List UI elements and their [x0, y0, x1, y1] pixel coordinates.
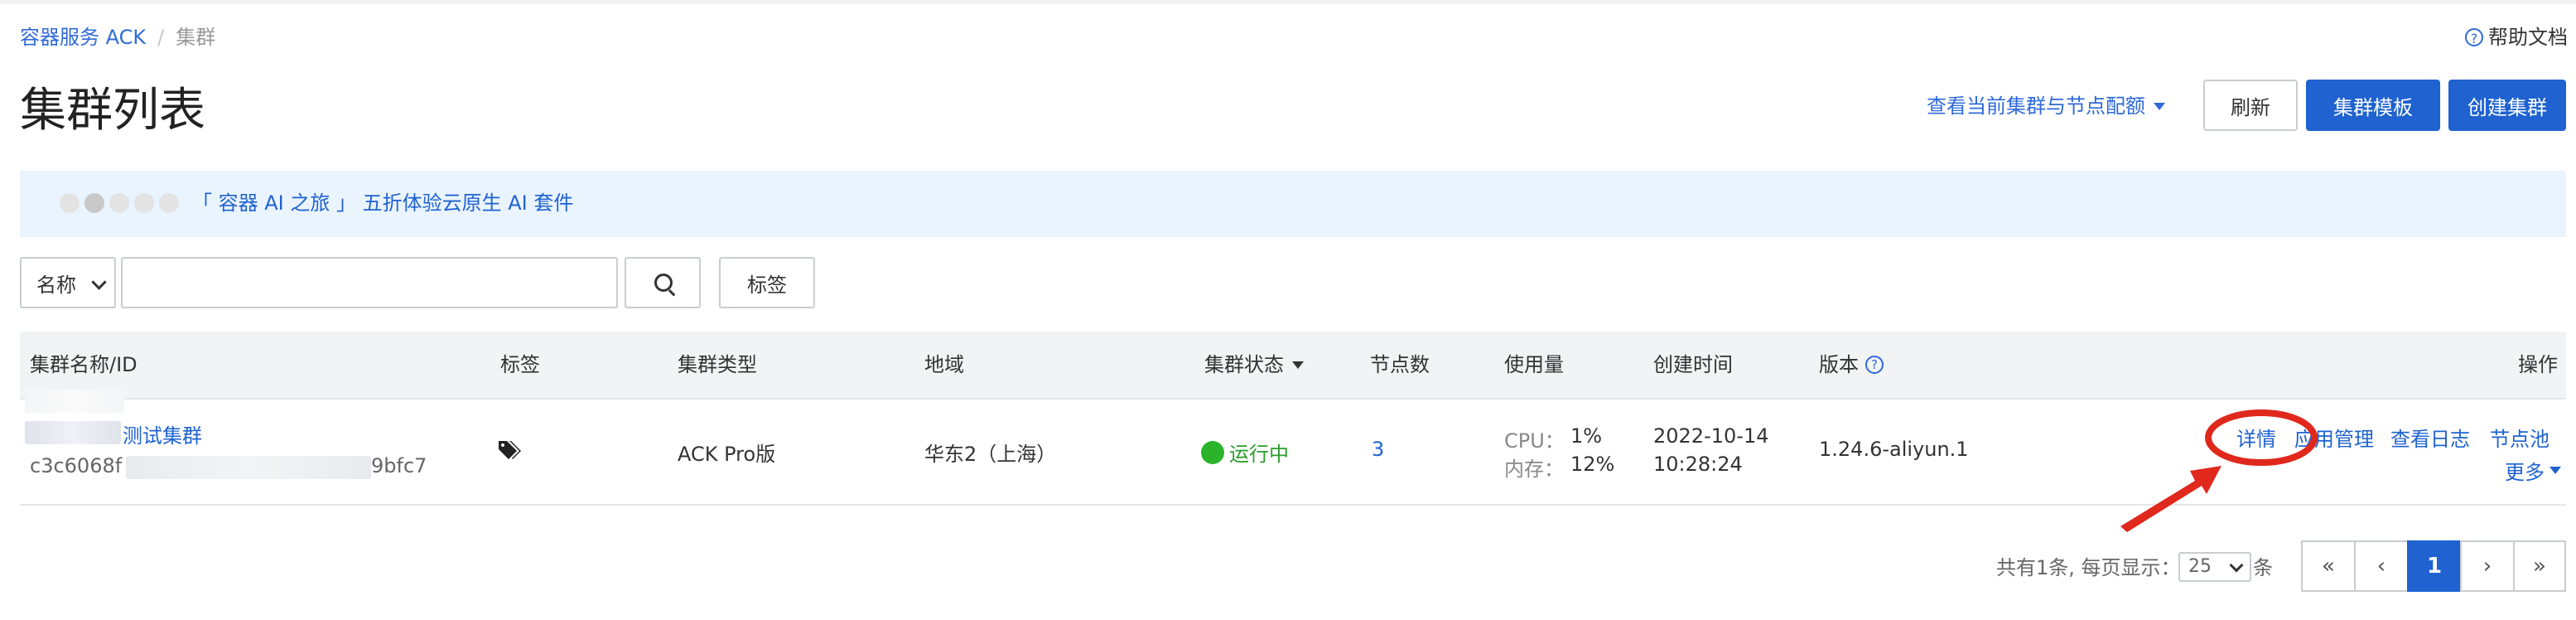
help-icon: ?: [2465, 28, 2483, 46]
search-input[interactable]: [121, 257, 618, 308]
cluster-name-link[interactable]: 测试集群: [123, 419, 202, 448]
page-title: 集群列表: [20, 84, 205, 138]
col-header-usage: 使用量: [1504, 353, 1564, 376]
cluster-status-label: 运行中: [1229, 443, 1289, 466]
current-page-button[interactable]: 1: [2407, 540, 2462, 592]
pagination-summary: 共有1条, 每页显示：: [1996, 556, 2181, 579]
created-time: 10:28:24: [1653, 453, 1743, 476]
top-divider: [0, 0, 2576, 4]
promo-link[interactable]: 「 容器 AI 之旅 」 五折体验云原生 AI 套件: [192, 189, 573, 217]
carousel-dot[interactable]: [109, 193, 129, 213]
carousel-dot[interactable]: [60, 193, 80, 213]
chevron-down-icon: [91, 274, 107, 290]
info-icon[interactable]: ?: [1865, 356, 1884, 374]
mem-label: 内存：: [1504, 458, 1564, 481]
create-cluster-button[interactable]: 创建集群: [2448, 80, 2566, 131]
help-docs-link[interactable]: ? 帮助文档: [2465, 23, 2568, 51]
last-page-button[interactable]: »: [2513, 540, 2566, 592]
banner-carousel-dots[interactable]: [60, 193, 184, 213]
search-field-value: 名称: [36, 273, 76, 297]
page-size-select[interactable]: 25: [2178, 552, 2251, 582]
col-header-name: 集群名称/ID: [30, 353, 137, 376]
carousel-dot-active[interactable]: [84, 193, 104, 213]
cluster-id-prefix: c3c6068f: [30, 454, 123, 477]
page-size-value: 25: [2188, 556, 2212, 577]
more-actions-dropdown[interactable]: 更多: [2505, 456, 2561, 485]
breadcrumb-separator: /: [157, 26, 165, 49]
breadcrumb-current: 集群: [176, 26, 216, 49]
col-header-type: 集群类型: [678, 353, 757, 376]
redacted-text: [25, 390, 124, 413]
first-page-button[interactable]: «: [2301, 540, 2356, 592]
col-header-nodes: 节点数: [1370, 353, 1430, 376]
node-count-link[interactable]: 3: [1372, 438, 1384, 461]
prev-page-button[interactable]: ‹: [2354, 540, 2409, 592]
cluster-region: 华东2（上海）: [924, 443, 1057, 466]
quota-link-label: 查看当前集群与节点配额: [1927, 94, 2145, 118]
col-header-region: 地域: [924, 353, 964, 376]
col-header-status[interactable]: 集群状态: [1204, 348, 1304, 381]
quota-dropdown-link[interactable]: 查看当前集群与节点配额: [1927, 90, 2165, 123]
cpu-value: 1%: [1570, 424, 1603, 448]
mem-value: 12%: [1570, 453, 1615, 476]
breadcrumb-root-link[interactable]: 容器服务 ACK: [20, 23, 146, 51]
col-header-actions: 操作: [2518, 353, 2558, 376]
search-field-select[interactable]: 名称: [20, 257, 116, 308]
cluster-version: 1.24.6-aliyun.1: [1819, 438, 1969, 461]
chevron-down-icon: [2154, 102, 2165, 110]
col-header-status-label: 集群状态: [1204, 353, 1284, 376]
help-docs-label: 帮助文档: [2488, 26, 2568, 49]
cluster-id-suffix: 9bfc7: [371, 454, 427, 477]
carousel-dot[interactable]: [134, 193, 154, 213]
search-icon: [654, 274, 673, 292]
chevron-down-icon: [2549, 467, 2561, 474]
cluster-template-button[interactable]: 集群模板: [2306, 80, 2440, 131]
status-running-icon: [1201, 440, 1224, 464]
created-date: 2022-10-14: [1653, 424, 1769, 448]
nodepool-action-link[interactable]: 节点池: [2490, 423, 2549, 452]
tag-filter-button[interactable]: 标签: [719, 257, 815, 308]
more-actions-label: 更多: [2505, 461, 2545, 484]
tag-icon[interactable]: [497, 439, 522, 463]
cluster-status: 运行中: [1201, 438, 1289, 467]
col-header-version: 版本 ?: [1819, 348, 1884, 381]
view-logs-action-link[interactable]: 查看日志: [2390, 423, 2470, 452]
filter-caret-icon: [1292, 361, 1304, 369]
annotation-arrow-icon: [2120, 409, 2318, 532]
cpu-label: CPU：: [1504, 429, 1565, 453]
col-header-created: 创建时间: [1653, 353, 1733, 376]
page-size-unit: 条: [2253, 556, 2273, 579]
refresh-button[interactable]: 刷新: [2203, 80, 2298, 131]
search-button[interactable]: [625, 257, 701, 308]
col-header-version-label: 版本: [1819, 353, 1859, 376]
next-page-button[interactable]: ›: [2460, 540, 2515, 592]
col-header-tags: 标签: [500, 353, 540, 376]
chevron-down-icon: [2229, 558, 2244, 573]
redacted-name-prefix: [25, 421, 121, 444]
breadcrumb: 容器服务 ACK / 集群: [20, 23, 215, 51]
redacted-id: [126, 456, 371, 479]
carousel-dot[interactable]: [159, 193, 179, 213]
cluster-type: ACK Pro版: [678, 443, 776, 466]
